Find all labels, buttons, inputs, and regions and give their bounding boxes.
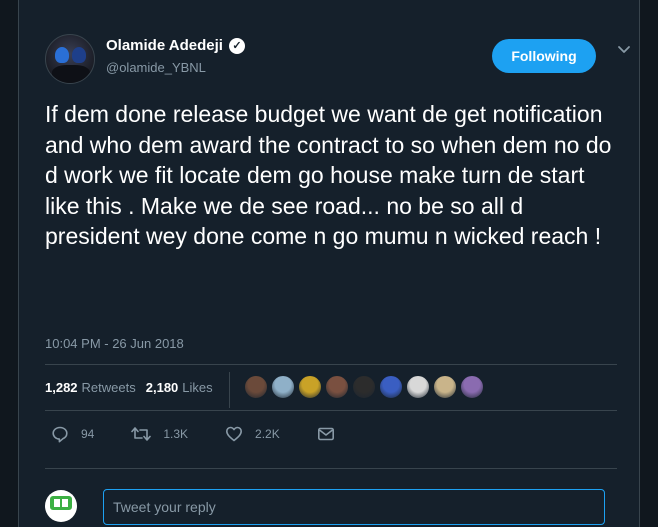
tweet-header: Olamide Adedeji ✓ @olamide_YBNL Followin… — [45, 34, 630, 84]
following-button[interactable]: Following — [492, 39, 596, 73]
divider — [45, 468, 617, 469]
envelope-icon[interactable] — [317, 426, 335, 442]
retweet-icon[interactable] — [131, 425, 152, 443]
divider — [45, 364, 617, 365]
divider — [45, 410, 617, 411]
like-action[interactable]: 2.2K — [225, 425, 280, 443]
tweet-card: Olamide Adedeji ✓ @olamide_YBNL Followin… — [18, 0, 640, 527]
likes-count[interactable]: 2,180 — [146, 380, 179, 395]
verified-badge-icon: ✓ — [228, 37, 245, 54]
retweets-count[interactable]: 1,282 — [45, 380, 78, 395]
liker-avatar[interactable] — [244, 375, 268, 399]
retweet-count[interactable]: 1.3K — [163, 427, 188, 441]
current-user-avatar[interactable] — [45, 490, 77, 522]
tweet-actions: 94 1.3K 2.2K — [51, 425, 372, 443]
author-handle[interactable]: @olamide_YBNL — [106, 60, 206, 75]
retweets-label[interactable]: Retweets — [82, 380, 136, 395]
reply-icon[interactable] — [51, 425, 69, 443]
reply-input[interactable] — [103, 489, 605, 525]
heart-icon[interactable] — [225, 425, 243, 443]
liker-avatar[interactable] — [298, 375, 322, 399]
tweet-stats: 1,282 Retweets 2,180 Likes — [45, 380, 213, 395]
author-display-name[interactable]: Olamide Adedeji — [106, 37, 223, 54]
message-action[interactable] — [317, 426, 335, 442]
likes-label[interactable]: Likes — [182, 380, 212, 395]
liker-avatar[interactable] — [271, 375, 295, 399]
liker-avatar[interactable] — [460, 375, 484, 399]
stats-separator — [229, 372, 230, 408]
retweet-action[interactable]: 1.3K — [131, 425, 188, 443]
like-count[interactable]: 2.2K — [255, 427, 280, 441]
liker-avatar[interactable] — [379, 375, 403, 399]
liker-avatar[interactable] — [352, 375, 376, 399]
tweet-timestamp[interactable]: 10:04 PM - 26 Jun 2018 — [45, 336, 184, 351]
chevron-down-icon[interactable] — [617, 42, 631, 56]
author-name-line[interactable]: Olamide Adedeji ✓ — [106, 37, 245, 54]
author-avatar[interactable] — [45, 34, 95, 84]
liker-avatar[interactable] — [433, 375, 457, 399]
liker-avatar[interactable] — [325, 375, 349, 399]
reply-count[interactable]: 94 — [81, 427, 94, 441]
liker-avatar[interactable] — [406, 375, 430, 399]
tweet-text: If dem done release budget we want de ge… — [45, 101, 612, 249]
liker-avatars — [244, 375, 484, 399]
reply-action[interactable]: 94 — [51, 425, 94, 443]
